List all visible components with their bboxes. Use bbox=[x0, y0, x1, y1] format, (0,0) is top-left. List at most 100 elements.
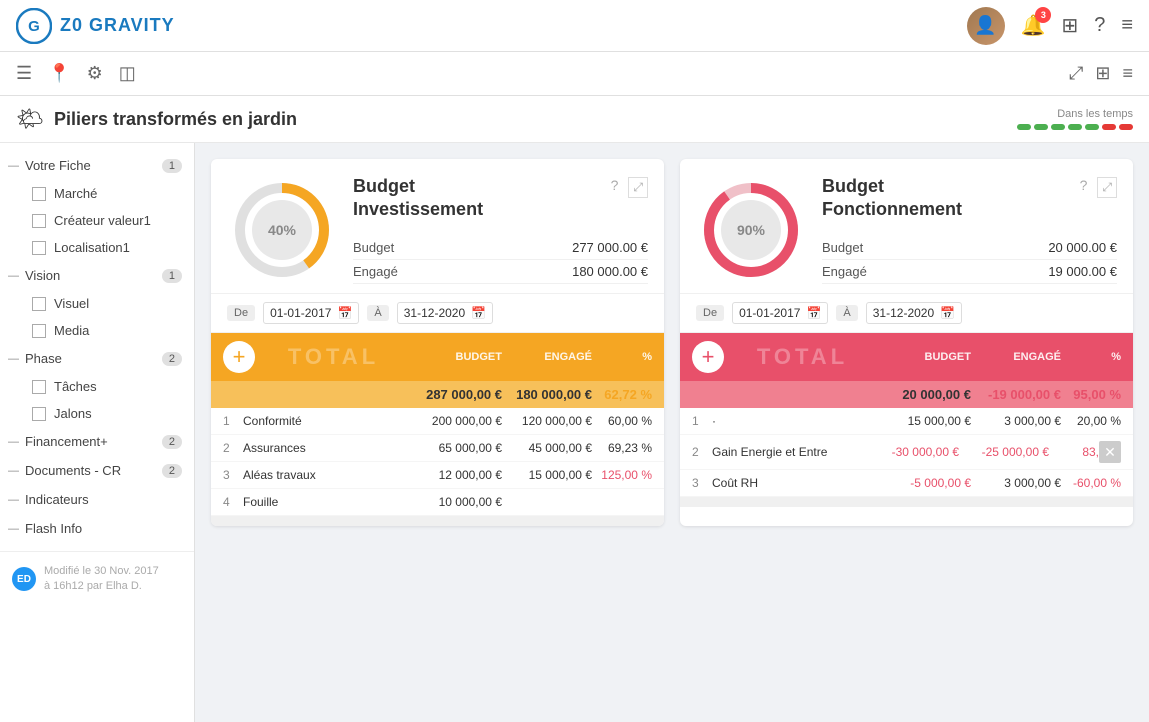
checkbox[interactable] bbox=[32, 241, 46, 255]
table-row: 1 · 15 000,00 € 3 000,00 € 20,00 % bbox=[680, 408, 1133, 435]
date-to-value: 31-12-2020 bbox=[404, 306, 465, 320]
dot-2 bbox=[1034, 124, 1048, 130]
sidebar-label: Votre Fiche bbox=[25, 158, 162, 173]
dot-1 bbox=[1017, 124, 1031, 130]
location-icon[interactable]: 📍 bbox=[48, 63, 70, 84]
minus-icon: — bbox=[8, 494, 19, 506]
scrollbar-invest[interactable] bbox=[211, 516, 664, 526]
sidebar-item-indicateurs[interactable]: — Indicateurs bbox=[0, 485, 194, 514]
menu-icon[interactable]: ≡ bbox=[1121, 14, 1133, 37]
date-from-invest[interactable]: 01-01-2017 📅 bbox=[263, 302, 359, 324]
scrollbar-fonct[interactable] bbox=[680, 497, 1133, 507]
app-name: z0 Gravity bbox=[60, 15, 175, 36]
table-invest: + TOTAL BUDGET ENGAGÉ % 287 000,00 € 180… bbox=[211, 332, 664, 526]
date-to-value: 31-12-2020 bbox=[873, 306, 934, 320]
sidebar-item-financement[interactable]: — Financement+ 2 bbox=[0, 427, 194, 456]
stat-row-engage: Engagé 180 000.00 € bbox=[353, 260, 648, 284]
sidebar-item-localisation[interactable]: Localisation 1 bbox=[0, 234, 194, 261]
stat-value: 20 000.00 € bbox=[1048, 240, 1117, 255]
notifications-bell[interactable]: 🔔 3 bbox=[1021, 13, 1046, 38]
add-button-fonct[interactable]: + bbox=[692, 341, 724, 373]
date-from-fonct[interactable]: 01-01-2017 📅 bbox=[732, 302, 828, 324]
card-title-invest: BudgetInvestissement bbox=[353, 175, 483, 222]
checkbox[interactable] bbox=[32, 187, 46, 201]
card-info-fonct: BudgetFonctionnement ? ⤢ Budget 20 000.0… bbox=[822, 175, 1117, 284]
grid-icon[interactable]: ⊞ bbox=[1095, 63, 1110, 84]
sidebar-item-marche[interactable]: Marché bbox=[0, 180, 194, 207]
calendar-from-icon: 📅 bbox=[337, 306, 352, 320]
checkbox[interactable] bbox=[32, 380, 46, 394]
sidebar-item-jalons[interactable]: Jalons bbox=[0, 400, 194, 427]
calendar-to-icon: 📅 bbox=[471, 306, 486, 320]
svg-text:40%: 40% bbox=[268, 222, 297, 238]
avatar-image: 👤 bbox=[967, 7, 1005, 45]
sidebar-item-phase[interactable]: — Phase 2 bbox=[0, 344, 194, 373]
expand-icon-fonct[interactable]: ⤢ bbox=[1097, 177, 1117, 198]
th-percent: % bbox=[592, 351, 652, 363]
status-area: Dans les temps bbox=[1017, 108, 1133, 130]
minus-icon: — bbox=[8, 436, 19, 448]
add-button-invest[interactable]: + bbox=[223, 341, 255, 373]
expand-icon[interactable]: ⤢ bbox=[1069, 63, 1083, 84]
help-icon-fonct[interactable]: ? bbox=[1080, 177, 1088, 198]
settings-icon[interactable]: ⚙ bbox=[87, 63, 103, 84]
stat-label: Budget bbox=[822, 240, 863, 255]
checkbox[interactable] bbox=[32, 407, 46, 421]
total-label-fonct: TOTAL bbox=[724, 344, 881, 370]
checkbox[interactable] bbox=[32, 297, 46, 311]
date-from-value: 01-01-2017 bbox=[739, 306, 800, 320]
table-row: 2 Assurances 65 000,00 € 45 000,00 € 69,… bbox=[211, 435, 664, 462]
budget-fonct-card: 90% BudgetFonctionnement ? ⤢ bbox=[680, 159, 1133, 526]
logo-icon: G bbox=[16, 8, 52, 44]
page-title-bar: 🌤 Piliers transformés en jardin Dans les… bbox=[0, 96, 1149, 143]
dot-7 bbox=[1119, 124, 1133, 130]
table-row: 3 Coût RH -5 000,00 € 3 000,00 € -60,00 … bbox=[680, 470, 1133, 497]
sidebar-label: Flash Info bbox=[25, 521, 182, 536]
header-actions: 👤 🔔 3 ⊞ ? ≡ bbox=[967, 7, 1133, 45]
date-from-value: 01-01-2017 bbox=[270, 306, 331, 320]
content: 40% BudgetInvestissement ? ⤢ bbox=[195, 143, 1149, 722]
svg-text:90%: 90% bbox=[737, 222, 766, 238]
more-icon[interactable]: ≡ bbox=[1122, 63, 1133, 84]
date-to-fonct[interactable]: 31-12-2020 📅 bbox=[866, 302, 962, 324]
sidebar-label: Créateur valeur bbox=[54, 213, 144, 228]
toolbar: ☰ 📍 ⚙ ◫ ⤢ ⊞ ≡ bbox=[0, 52, 1149, 96]
budget-invest-card: 40% BudgetInvestissement ? ⤢ bbox=[211, 159, 664, 526]
dot-6 bbox=[1102, 124, 1116, 130]
help-icon[interactable]: ? bbox=[1094, 14, 1105, 37]
sidebar-item-votre-fiche[interactable]: — Votre Fiche 1 bbox=[0, 151, 194, 180]
sidebar-item-visuel[interactable]: Visuel bbox=[0, 290, 194, 317]
sidebar-item-media[interactable]: Media bbox=[0, 317, 194, 344]
sidebar-item-vision[interactable]: — Vision 1 bbox=[0, 261, 194, 290]
th-budget: BUDGET bbox=[412, 351, 502, 363]
total-label-invest: TOTAL bbox=[255, 344, 412, 370]
toolbar-right: ⤢ ⊞ ≡ bbox=[1069, 63, 1133, 84]
stat-value: 180 000.00 € bbox=[572, 264, 648, 279]
gauge-svg: 40% bbox=[227, 175, 337, 285]
sidebar-item-documents-cr[interactable]: — Documents - CR 2 bbox=[0, 456, 194, 485]
checkbox[interactable] bbox=[32, 214, 46, 228]
weather-icon: 🌤 bbox=[16, 106, 44, 132]
date-to-invest[interactable]: 31-12-2020 📅 bbox=[397, 302, 493, 324]
sidebar-label: Localisation bbox=[54, 240, 123, 255]
stat-label: Engagé bbox=[353, 264, 398, 279]
logo-area: G z0 Gravity bbox=[16, 8, 175, 44]
expand-icon-invest[interactable]: ⤢ bbox=[628, 177, 648, 198]
table-row: 3 Aléas travaux 12 000,00 € 15 000,00 € … bbox=[211, 462, 664, 489]
stat-row-budget-fonct: Budget 20 000.00 € bbox=[822, 236, 1117, 260]
sidebar-item-taches[interactable]: Tâches bbox=[0, 373, 194, 400]
svg-text:G: G bbox=[28, 18, 40, 35]
hamburger-icon[interactable]: ☰ bbox=[16, 63, 32, 84]
avatar: 👤 bbox=[967, 7, 1005, 45]
close-row-btn[interactable]: ✕ bbox=[1099, 441, 1121, 463]
sidebar-item-createur-valeur[interactable]: Créateur valeur 1 bbox=[0, 207, 194, 234]
checkbox[interactable] bbox=[32, 324, 46, 338]
layers-icon[interactable]: ◫ bbox=[119, 63, 136, 84]
sidebar-item-flash-info[interactable]: — Flash Info bbox=[0, 514, 194, 543]
badge: 1 bbox=[162, 159, 182, 173]
calendar-icon[interactable]: ⊞ bbox=[1061, 13, 1078, 38]
stat-value: 19 000.00 € bbox=[1048, 264, 1117, 279]
summary-row-invest: 287 000,00 € 180 000,00 € 62,72 % bbox=[211, 381, 664, 408]
minus-icon: — bbox=[8, 523, 19, 535]
help-icon-invest[interactable]: ? bbox=[611, 177, 619, 198]
